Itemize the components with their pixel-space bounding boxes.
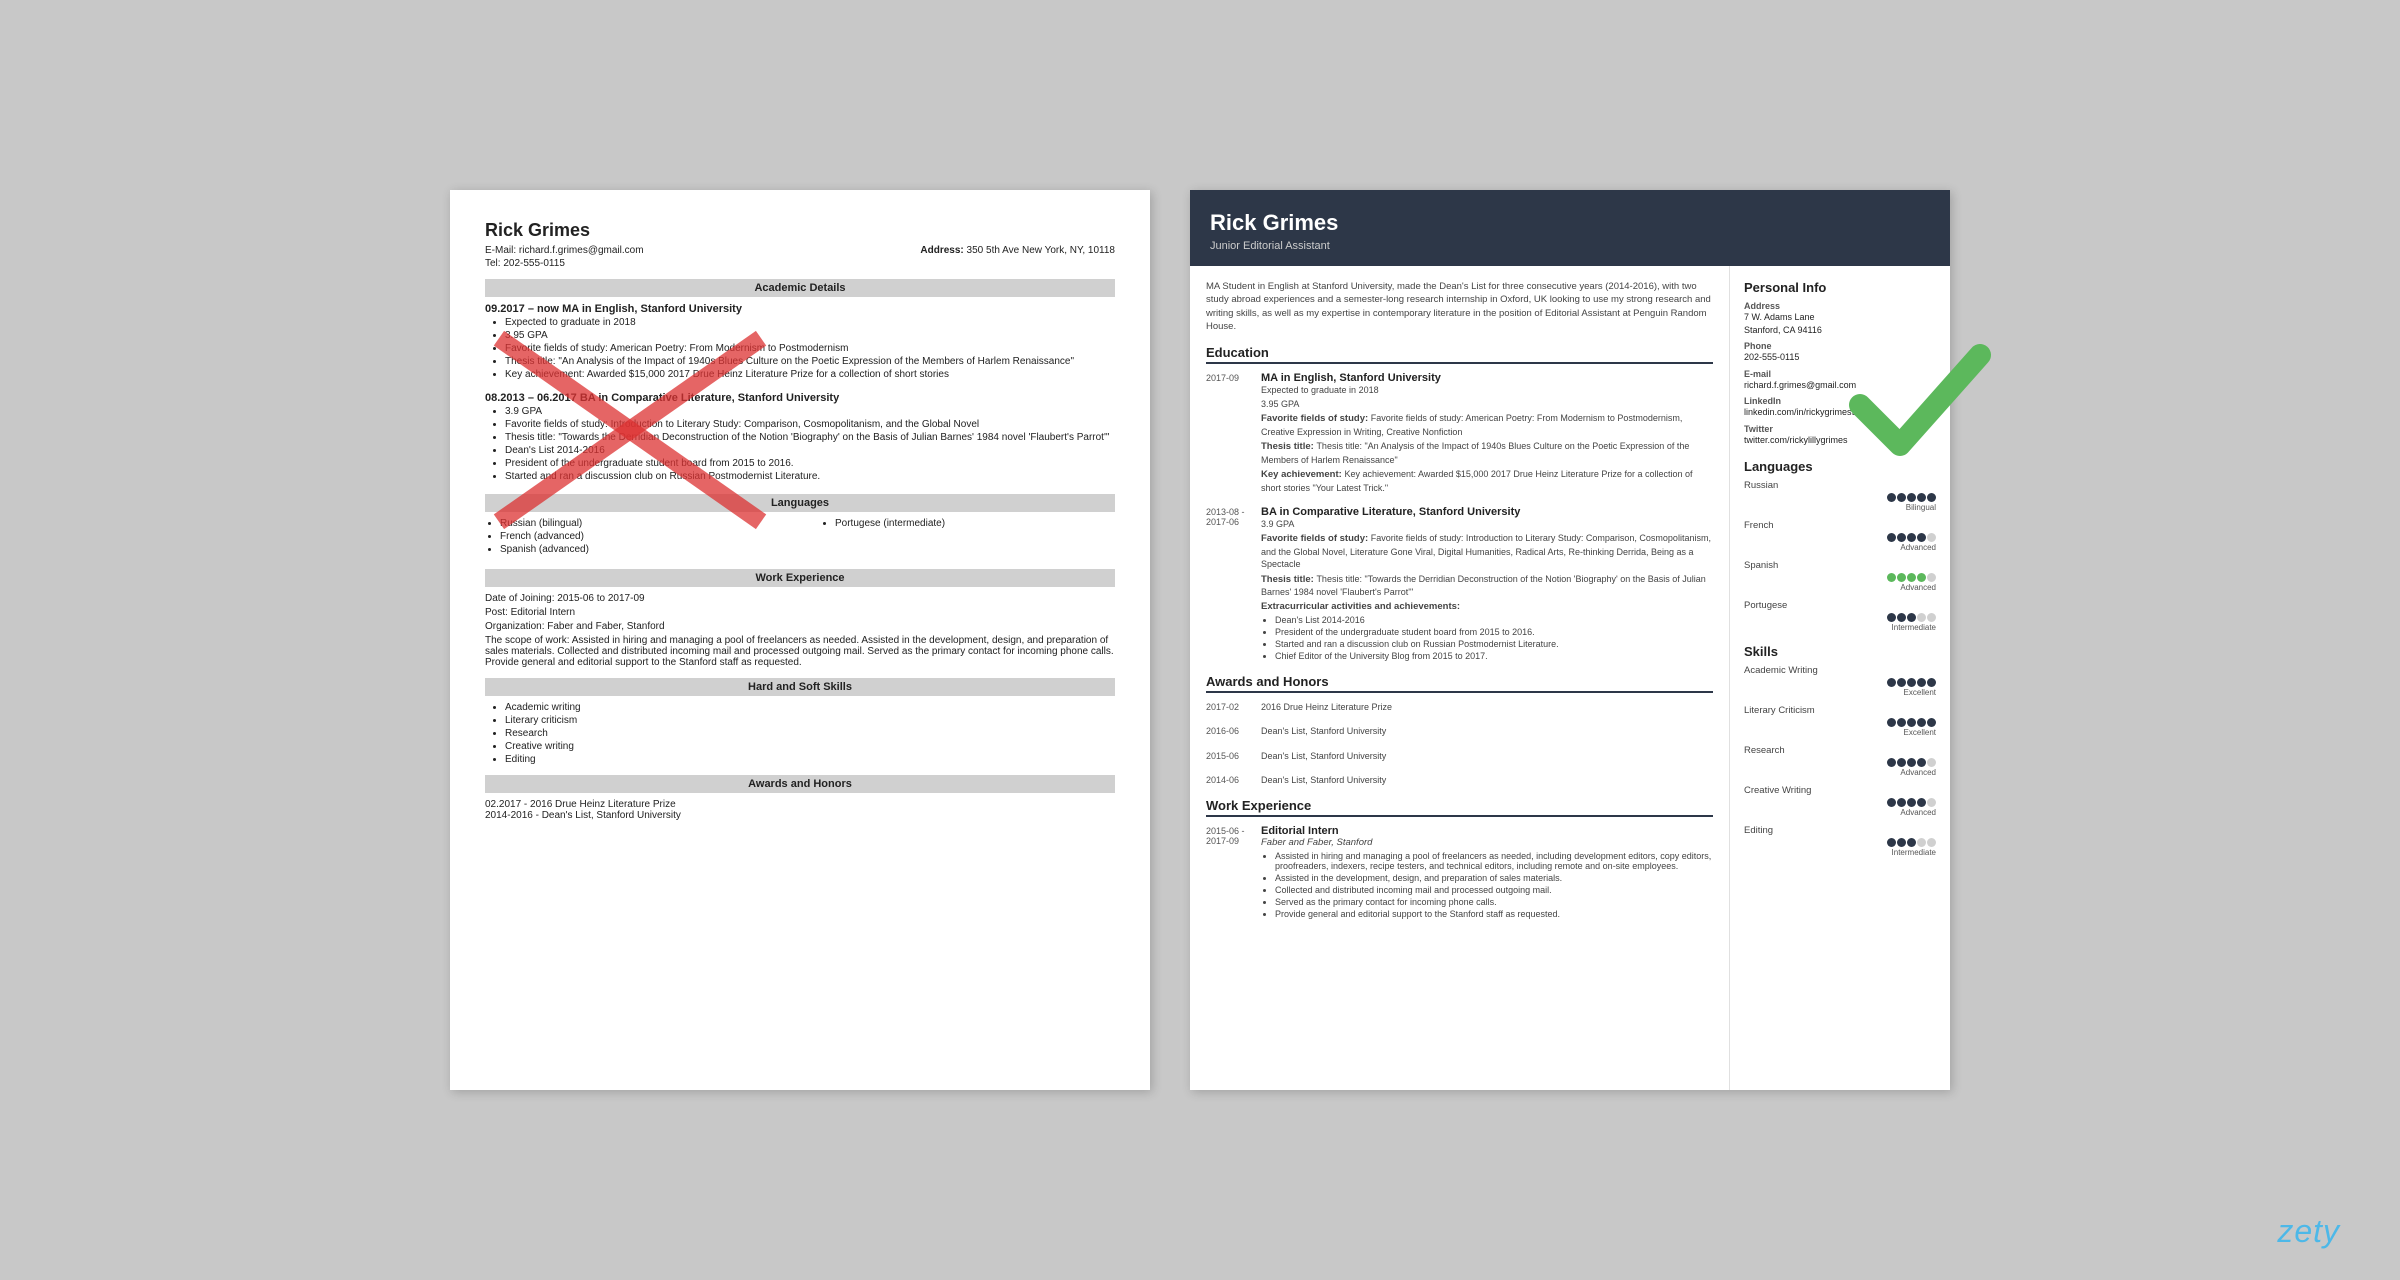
- left-contact: E-Mail: richard.f.grimes@gmail.com Addre…: [485, 245, 1115, 256]
- green-checkmark-icon: [1840, 320, 2000, 480]
- skills-title: Skills: [1744, 644, 1936, 659]
- right-edu-2: 2013-08 - 2017-06 BA in Comparative Lite…: [1206, 506, 1713, 664]
- left-skills-header: Hard and Soft Skills: [485, 678, 1115, 696]
- right-edu-1: 2017-09 MA in English, Stanford Universi…: [1206, 372, 1713, 496]
- right-award-3: 2015-06 Dean's List, Stanford University: [1206, 750, 1713, 764]
- left-work-post: Post: Editorial Intern: [485, 607, 1115, 618]
- resume-left: Rick Grimes E-Mail: richard.f.grimes@gma…: [450, 190, 1150, 1090]
- right-award-1: 2017-02 2016 Drue Heinz Literature Prize: [1206, 701, 1713, 715]
- left-email: E-Mail: richard.f.grimes@gmail.com: [485, 245, 644, 256]
- left-work-dates: Date of Joining: 2015-06 to 2017-09: [485, 593, 1115, 604]
- left-work-scope: The scope of work: Assisted in hiring an…: [485, 635, 1115, 668]
- right-summary: MA Student in English at Stanford Univer…: [1206, 280, 1713, 333]
- left-name: Rick Grimes: [485, 220, 1115, 241]
- lang-russian: Russian Bilingual: [1744, 480, 1936, 512]
- right-subtitle: Junior Editorial Assistant: [1210, 240, 1930, 252]
- lang-spanish: Spanish Advanced: [1744, 560, 1936, 592]
- left-edu-entry-2: 08.2013 – 06.2017 BA in Comparative Lite…: [485, 392, 1115, 482]
- right-award-2: 2016-06 Dean's List, Stanford University: [1206, 725, 1713, 739]
- left-address: Address: 350 5th Ave New York, NY, 10118: [920, 245, 1115, 256]
- left-academic-header: Academic Details: [485, 279, 1115, 297]
- left-edu-1-bullets: Expected to graduate in 2018 3.95 GPA Fa…: [505, 317, 1115, 380]
- zety-logo: zety: [2277, 1213, 2340, 1250]
- skill-academic-writing: Academic Writing Excellent: [1744, 665, 1936, 697]
- left-edu-entry-1: 09.2017 – now MA in English, Stanford Un…: [485, 303, 1115, 380]
- skill-creative-writing: Creative Writing Advanced: [1744, 785, 1936, 817]
- left-awards-list: 02.2017 - 2016 Drue Heinz Literature Pri…: [485, 799, 1115, 821]
- lang-french: French Advanced: [1744, 520, 1936, 552]
- skill-literary-criticism: Literary Criticism Excellent: [1744, 705, 1936, 737]
- left-languages: Russian (bilingual) French (advanced) Sp…: [485, 518, 1115, 559]
- right-work-section: Work Experience: [1206, 798, 1713, 817]
- left-work-header: Work Experience: [485, 569, 1115, 587]
- left-lang-header: Languages: [485, 494, 1115, 512]
- left-awards-header: Awards and Honors: [485, 775, 1115, 793]
- skill-research: Research Advanced: [1744, 745, 1936, 777]
- resume-right: Rick Grimes Junior Editorial Assistant M…: [1190, 190, 1950, 1090]
- left-work-org: Organization: Faber and Faber, Stanford: [485, 621, 1115, 632]
- left-edu-2-bullets: 3.9 GPA Favorite fields of study: Introd…: [505, 406, 1115, 482]
- right-edu-section: Education: [1206, 345, 1713, 364]
- skill-editing: Editing Intermediate: [1744, 825, 1936, 857]
- right-awards-section: Awards and Honors: [1206, 674, 1713, 693]
- right-work-1: 2015-06 - 2017-09 Editorial Intern Faber…: [1206, 825, 1713, 922]
- left-tel: Tel: 202-555-0115: [485, 258, 1115, 269]
- right-main-col: MA Student in English at Stanford Univer…: [1190, 266, 1730, 1090]
- right-header: Rick Grimes Junior Editorial Assistant: [1190, 190, 1950, 266]
- lang-portugese: Portugese Intermediate: [1744, 600, 1936, 632]
- right-name: Rick Grimes: [1210, 210, 1930, 236]
- personal-info-title: Personal Info: [1744, 280, 1936, 295]
- green-check-container: [1840, 320, 2000, 483]
- right-body: MA Student in English at Stanford Univer…: [1190, 266, 1950, 1090]
- left-skills-list: Academic writing Literary criticism Rese…: [505, 702, 1115, 765]
- right-award-4: 2014-06 Dean's List, Stanford University: [1206, 774, 1713, 788]
